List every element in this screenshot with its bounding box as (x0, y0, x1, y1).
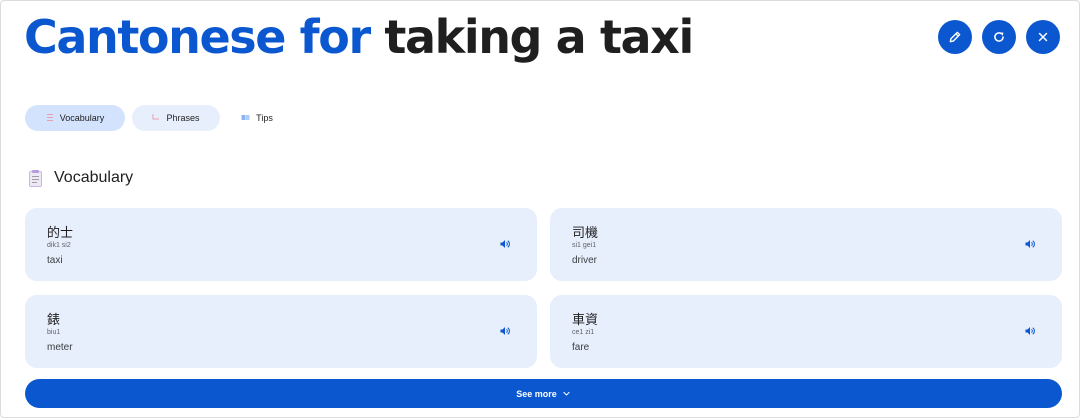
speech-icon (152, 113, 160, 123)
page-title: Cantonese for taking a taxi (24, 5, 694, 69)
vocab-card[interactable]: 錶 biu1 meter (25, 295, 537, 368)
pencil-icon (949, 31, 961, 43)
vocab-card[interactable]: 的士 dik1 si2 taxi (25, 208, 537, 281)
tab-label: Vocabulary (59, 113, 105, 123)
see-more-button[interactable]: See more (25, 379, 1062, 408)
section-header: Vocabulary (29, 169, 133, 187)
refresh-icon (994, 32, 1004, 42)
vocab-english: meter (47, 342, 73, 353)
tab-bar: Vocabulary Phrases Tips (25, 105, 287, 131)
vocab-grid: 的士 dik1 si2 taxi 司機 si1 gei1 driver 錶 bi… (25, 208, 1062, 368)
edit-button[interactable] (938, 20, 972, 54)
vocab-jyutping: biu1 (47, 329, 61, 336)
vocab-jyutping: ce1 zi1 (572, 329, 595, 336)
app-frame: Cantonese for taking a taxi Vocabulary P… (0, 0, 1080, 418)
vocab-english: taxi (47, 255, 63, 266)
vocab-hanzi: 司機 (572, 226, 599, 241)
vocab-hanzi: 車資 (572, 313, 599, 328)
speaker-icon[interactable] (499, 238, 511, 250)
tab-tips[interactable]: Tips (227, 105, 287, 131)
chevron-down-icon (563, 391, 570, 396)
speaker-icon[interactable] (499, 325, 511, 337)
vocab-card[interactable]: 車資 ce1 zi1 fare (550, 295, 1062, 368)
title-rest: taking a taxi (384, 10, 694, 64)
refresh-button[interactable] (982, 20, 1016, 54)
tab-phrases[interactable]: Phrases (132, 105, 220, 131)
book-icon (241, 114, 250, 123)
tab-label: Phrases (166, 113, 200, 123)
vocab-jyutping: si1 gei1 (572, 242, 597, 249)
vocab-card[interactable]: 司機 si1 gei1 driver (550, 208, 1062, 281)
vocab-hanzi: 錶 (47, 313, 61, 328)
tab-label: Tips (256, 113, 273, 123)
vocab-english: fare (572, 342, 590, 353)
section-title: Vocabulary (54, 169, 134, 186)
close-button[interactable] (1026, 20, 1060, 54)
see-more-label: See more (516, 388, 557, 399)
list-icon (46, 113, 54, 124)
speaker-icon[interactable] (1024, 325, 1036, 337)
vocab-hanzi: 的士 (47, 226, 74, 241)
close-icon (1038, 32, 1048, 42)
tab-vocabulary[interactable]: Vocabulary (25, 105, 125, 131)
vocab-english: driver (572, 255, 598, 266)
notepad-icon (29, 169, 42, 187)
speaker-icon[interactable] (1024, 238, 1036, 250)
top-actions (938, 20, 1060, 54)
title-accent: Cantonese for (24, 10, 371, 64)
vocab-jyutping: dik1 si2 (47, 242, 71, 249)
